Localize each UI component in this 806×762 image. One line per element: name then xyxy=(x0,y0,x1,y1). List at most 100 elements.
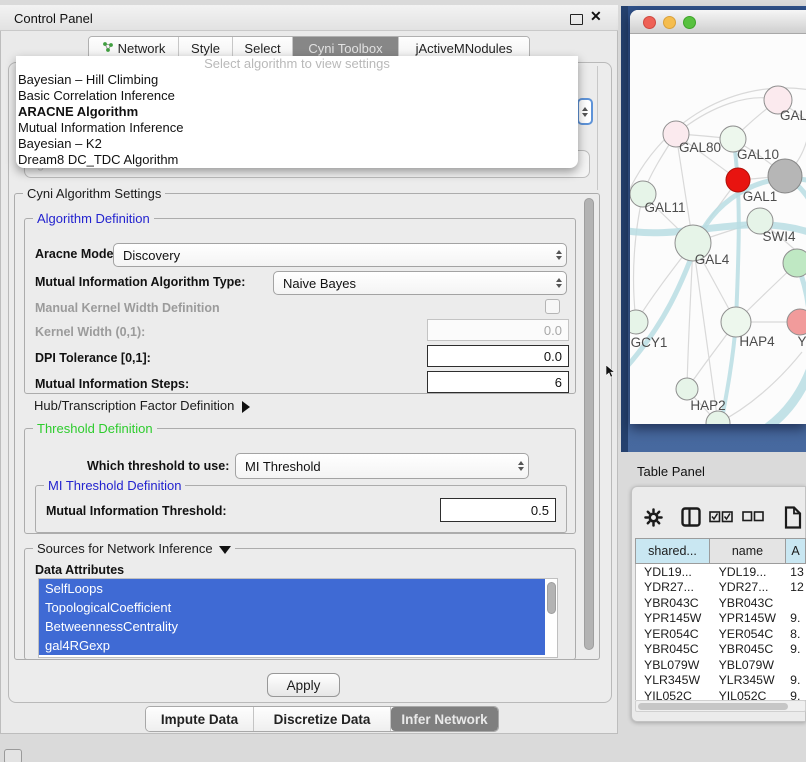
kernel-width-label: Kernel Width (0,1): xyxy=(35,325,145,339)
tab-discretize-data[interactable]: Discretize Data xyxy=(254,707,391,731)
threshold-definition-group: Threshold Definition Which threshold to … xyxy=(24,428,576,534)
node-label: GAL80 xyxy=(679,140,721,155)
tab-label: Cyni Toolbox xyxy=(308,41,382,56)
mi-steps-field[interactable]: 6 xyxy=(427,371,569,393)
cyni-mode-tab-bar: Impute DataDiscretize DataInfer Network xyxy=(145,706,499,732)
mi-threshold-field[interactable]: 0.5 xyxy=(440,498,556,522)
mi-algorithm-type-combo[interactable]: Naive Bayes xyxy=(273,271,567,295)
tab-infer-network[interactable]: Infer Network xyxy=(391,707,498,731)
node-label: GAL xyxy=(780,108,806,123)
attributes-scrollbar-thumb[interactable] xyxy=(547,582,556,614)
manual-kernel-checkbox[interactable] xyxy=(545,299,560,314)
table-row[interactable]: YBR043CYBR043C xyxy=(636,595,806,611)
which-threshold-label: Which threshold to use: xyxy=(87,459,229,473)
dpi-tolerance-label: DPI Tolerance [0,1]: xyxy=(35,351,151,365)
network-node[interactable] xyxy=(768,159,802,193)
algorithm-option-aracne-algorithm[interactable]: ARACNE Algorithm xyxy=(16,104,578,120)
network-node-y[interactable] xyxy=(787,309,806,335)
column-header-name[interactable]: name xyxy=(710,538,786,564)
table-row[interactable]: YER054CYER054C8. xyxy=(636,626,806,642)
close-traffic-light-icon[interactable] xyxy=(643,16,656,29)
algorithm-dropdown-placeholder: Select algorithm to view settings xyxy=(16,56,578,72)
network-node[interactable] xyxy=(783,249,806,277)
groupbox-edge xyxy=(597,66,598,190)
table-cell: YIL052C xyxy=(636,689,711,700)
attribute-item-gal4rgexp[interactable]: gal4RGexp xyxy=(39,636,545,655)
table-row[interactable]: YBR045CYBR045C9. xyxy=(636,642,806,658)
collapse-triangle-icon xyxy=(219,546,231,554)
deselect-all-checkboxes-icon[interactable] xyxy=(742,511,764,523)
network-edge xyxy=(630,423,718,424)
algorithm-option-bayesian-hill-climbing[interactable]: Bayesian – Hill Climbing xyxy=(16,72,578,88)
algorithm-option-basic-correlation-inference[interactable]: Basic Correlation Inference xyxy=(16,88,578,104)
table-cell: YDR27... xyxy=(711,580,787,594)
table-cell: YPR145W xyxy=(711,611,787,625)
minimized-panel-icon[interactable] xyxy=(4,749,22,762)
algorithm-option-bayesian-k2[interactable]: Bayesian – K2 xyxy=(16,136,578,152)
settings-gear-icon[interactable] xyxy=(644,508,663,527)
node-label: HAP4 xyxy=(739,334,775,349)
tab-label: jActiveMNodules xyxy=(416,41,513,56)
hub-definition-expander[interactable]: Hub/Transcription Factor Definition xyxy=(34,398,250,413)
table-hscrollbar-thumb[interactable] xyxy=(638,703,788,710)
focused-combo-stepper[interactable] xyxy=(577,98,593,125)
apply-button[interactable]: Apply xyxy=(267,673,340,697)
float-window-icon[interactable] xyxy=(570,14,583,25)
table-cell: YBR043C xyxy=(636,596,711,610)
minimize-traffic-light-icon[interactable] xyxy=(663,16,676,29)
table-row[interactable]: YPR145WYPR145W9. xyxy=(636,611,806,627)
network-node-gcy1[interactable] xyxy=(630,310,648,334)
table-hscrollbar[interactable] xyxy=(635,700,806,712)
algorithm-definition-legend: Algorithm Definition xyxy=(33,211,154,226)
table-row[interactable]: YIL052CYIL052C9. xyxy=(636,688,806,700)
select-all-checkboxes-icon[interactable] xyxy=(709,511,733,523)
network-view-window: GALGAL80GAL10GAL1GAL11SWI4GAL4GCY1HAP4YH… xyxy=(630,10,806,424)
column-header-shared[interactable]: shared... xyxy=(635,538,710,564)
attribute-item-selfloops[interactable]: SelfLoops xyxy=(39,579,545,598)
table-row[interactable]: YBL079WYBL079W xyxy=(636,657,806,673)
node-label: GAL4 xyxy=(695,252,730,267)
cyni-settings-legend: Cyni Algorithm Settings xyxy=(23,186,165,201)
close-icon[interactable]: ✕ xyxy=(590,9,602,23)
algorithm-option-dream8-dc-tdc-algorithm[interactable]: Dream8 DC_TDC Algorithm xyxy=(16,152,578,168)
table-panel-title: Table Panel xyxy=(637,464,705,479)
column-layout-icon[interactable] xyxy=(681,507,701,527)
table-cell: YBR043C xyxy=(711,596,787,610)
column-header-a[interactable]: A xyxy=(786,538,806,564)
table-cell: YER054C xyxy=(711,627,787,641)
export-table-icon[interactable] xyxy=(784,506,802,529)
stepper-down-icon xyxy=(582,113,588,117)
dpi-tolerance-field[interactable]: 0.0 xyxy=(427,345,569,367)
mouse-cursor xyxy=(606,365,616,378)
tab-label: Style xyxy=(191,41,220,56)
sources-legend[interactable]: Sources for Network Inference xyxy=(33,541,235,556)
zoom-traffic-light-icon[interactable] xyxy=(683,16,696,29)
algorithm-option-mutual-information-inference[interactable]: Mutual Information Inference xyxy=(16,120,578,136)
data-attributes-label: Data Attributes xyxy=(35,563,124,577)
which-threshold-combo[interactable]: MI Threshold xyxy=(235,453,529,479)
threshold-definition-legend: Threshold Definition xyxy=(33,421,157,436)
table-cell: YDL19... xyxy=(636,565,711,579)
aracne-mode-combo[interactable]: Discovery xyxy=(113,243,567,267)
aracne-mode-value: Discovery xyxy=(123,248,180,263)
table-cell: 9. xyxy=(786,611,806,625)
table-row[interactable]: YDR27...YDR27...12 xyxy=(636,580,806,596)
table-cell: 9. xyxy=(786,689,806,700)
table-row[interactable]: YLR345WYLR345W9. xyxy=(636,673,806,689)
control-panel-title: Control Panel xyxy=(14,11,93,26)
network-window-titlebar[interactable] xyxy=(630,10,806,34)
tab-impute-data[interactable]: Impute Data xyxy=(146,707,254,731)
network-node-hap2[interactable] xyxy=(676,378,698,400)
mi-threshold-label: Mutual Information Threshold: xyxy=(46,504,227,518)
kernel-width-field[interactable]: 0.0 xyxy=(427,319,569,341)
stepper-up-icon xyxy=(582,107,588,111)
network-edge xyxy=(693,243,718,423)
table-row[interactable]: YDL19...YDL19...13 xyxy=(636,564,806,580)
attribute-item-betweennesscentrality[interactable]: BetweennessCentrality xyxy=(39,617,545,636)
settings-scrollbar-thumb[interactable] xyxy=(584,198,594,650)
network-node-hap4[interactable] xyxy=(721,307,751,337)
algorithm-dropdown-items: Bayesian – Hill ClimbingBasic Correlatio… xyxy=(16,72,578,168)
table-cell: YBR045C xyxy=(711,642,787,656)
attribute-item-topologicalcoefficient[interactable]: TopologicalCoefficient xyxy=(39,598,545,617)
network-canvas[interactable]: GALGAL80GAL10GAL1GAL11SWI4GAL4GCY1HAP4YH… xyxy=(630,34,806,424)
